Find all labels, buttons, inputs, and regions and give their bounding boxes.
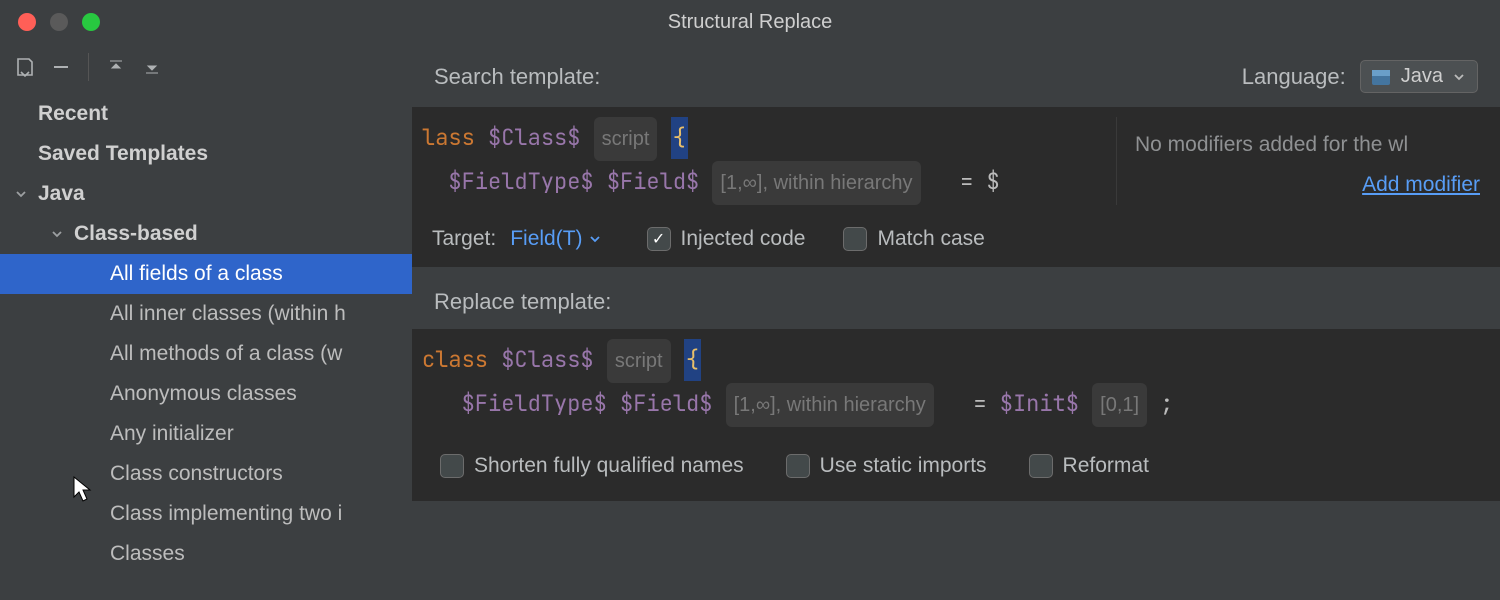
- count-hint: [1,∞], within hierarchy: [726, 383, 934, 427]
- language-block: Language: Java: [1242, 60, 1478, 93]
- tree-item-label: Class-based: [74, 222, 198, 246]
- tree-item[interactable]: Saved Templates: [0, 134, 412, 174]
- shorten-names-checkbox[interactable]: Shorten fully qualified names: [440, 445, 744, 487]
- match-case-checkbox[interactable]: Match case: [843, 227, 984, 251]
- checkbox-icon: [440, 454, 464, 478]
- tree-item-label: All inner classes (within h: [110, 302, 346, 326]
- tree-item[interactable]: Classes: [0, 534, 412, 574]
- injected-code-checkbox[interactable]: ✓ Injected code: [647, 227, 806, 251]
- tree-item[interactable]: Anonymous classes: [0, 374, 412, 414]
- tree-item[interactable]: Class implementing two i: [0, 494, 412, 534]
- remove-button[interactable]: [46, 52, 76, 82]
- search-template-editor[interactable]: lass $Class$ script { $FieldType$ $Field…: [412, 107, 1500, 215]
- add-modifier-link[interactable]: Add modifier: [1362, 173, 1480, 196]
- count-hint: [0,1]: [1092, 383, 1147, 427]
- count-hint: [1,∞], within hierarchy: [712, 161, 920, 205]
- modifiers-empty-text: No modifiers added for the wl: [1135, 125, 1486, 165]
- replace-template-header: Replace template:: [412, 267, 1500, 329]
- chevron-down-icon: [12, 188, 30, 200]
- replace-template-label: Replace template:: [434, 289, 611, 315]
- tree-item[interactable]: Recent: [0, 94, 412, 134]
- tree-item[interactable]: All methods of a class (w: [0, 334, 412, 374]
- checkbox-icon: [786, 454, 810, 478]
- tree-item-label: All fields of a class: [110, 262, 283, 286]
- chevron-down-icon: [1453, 71, 1465, 83]
- tree-item-label: Classes: [110, 542, 185, 566]
- tree-item[interactable]: All fields of a class: [0, 254, 412, 294]
- chevron-down-icon: [589, 233, 601, 245]
- search-options: Target: Field(T) ✓ Injected code Match c…: [412, 215, 1500, 267]
- toolbar-separator: [88, 53, 89, 81]
- replace-options: Shorten fully qualified names Use static…: [422, 427, 1486, 491]
- save-template-button[interactable]: [10, 52, 40, 82]
- target-label: Target:: [432, 227, 496, 251]
- modifiers-panel: No modifiers added for the wl Add modifi…: [1116, 117, 1486, 205]
- tree-item-label: Saved Templates: [38, 142, 208, 166]
- checkbox-icon: [843, 227, 867, 251]
- tree-item[interactable]: All inner classes (within h: [0, 294, 412, 334]
- tree-item-label: Java: [38, 182, 85, 206]
- content-pane: Search template: Language: Java lass $Cl…: [412, 44, 1500, 600]
- templates-sidebar: Recent Saved Templates Java Class-based All …: [0, 44, 412, 600]
- tree-item-label: Recent: [38, 102, 108, 126]
- tree-item[interactable]: Class constructors: [0, 454, 412, 494]
- expand-all-button[interactable]: [101, 52, 131, 82]
- script-hint: script: [594, 117, 658, 161]
- search-template-header: Search template: Language: Java: [412, 44, 1500, 107]
- tree-item-label: Class implementing two i: [110, 502, 342, 526]
- tree-item[interactable]: Class-based: [0, 214, 412, 254]
- templates-tree[interactable]: Recent Saved Templates Java Class-based All …: [0, 90, 412, 600]
- tree-item-label: Anonymous classes: [110, 382, 297, 406]
- language-dropdown[interactable]: Java: [1360, 60, 1478, 93]
- language-label: Language:: [1242, 64, 1346, 90]
- title-bar: Structural Replace: [0, 0, 1500, 44]
- tree-item[interactable]: Java: [0, 174, 412, 214]
- java-file-icon: [1371, 67, 1391, 87]
- sidebar-toolbar: [0, 44, 412, 90]
- window-title: Structural Replace: [0, 11, 1500, 34]
- search-template-label: Search template:: [434, 64, 600, 90]
- language-value: Java: [1401, 65, 1443, 88]
- tree-item[interactable]: Any initializer: [0, 414, 412, 454]
- tree-item-label: All methods of a class (w: [110, 342, 342, 366]
- reformat-checkbox[interactable]: Reformat: [1029, 445, 1149, 487]
- tree-item-label: Any initializer: [110, 422, 234, 446]
- replace-template-editor[interactable]: class $Class$ script { $FieldType$ $Fiel…: [412, 329, 1500, 501]
- checkbox-icon: [1029, 454, 1053, 478]
- target-dropdown[interactable]: Field(T): [510, 227, 600, 251]
- chevron-down-icon: [48, 228, 66, 240]
- checkbox-icon: ✓: [647, 227, 671, 251]
- tree-item-label: Class constructors: [110, 462, 283, 486]
- use-static-imports-checkbox[interactable]: Use static imports: [786, 445, 987, 487]
- collapse-all-button[interactable]: [137, 52, 167, 82]
- script-hint: script: [607, 339, 671, 383]
